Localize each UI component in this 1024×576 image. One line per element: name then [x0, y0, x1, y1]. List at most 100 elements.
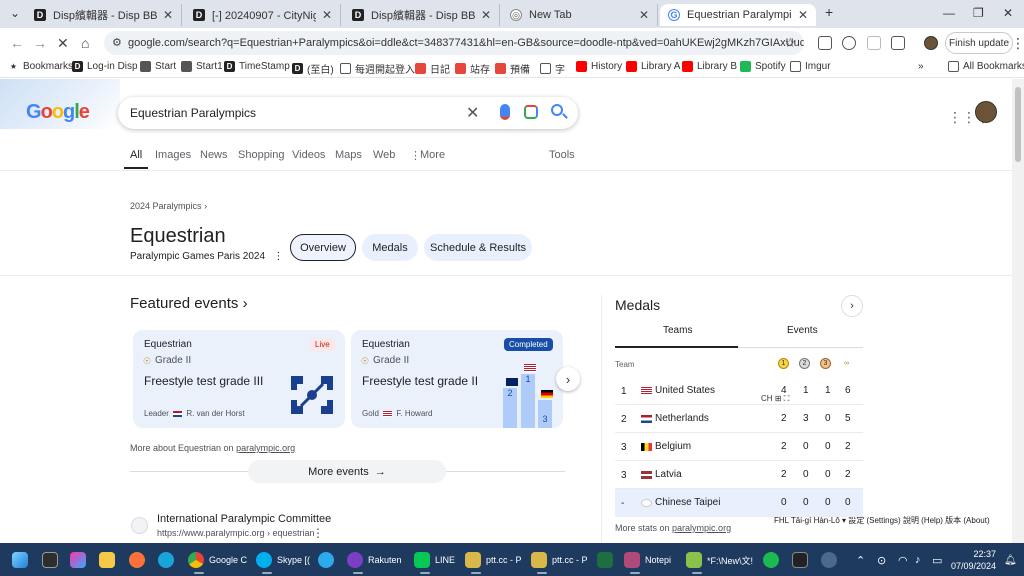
browser-tab[interactable]: D Disp繽輯器 - Disp BBS ✕	[344, 4, 500, 26]
taskbar-notepad[interactable]: Notepi	[624, 550, 671, 574]
back-icon[interactable]: ←	[10, 35, 24, 51]
notification-bell-icon[interactable]: 🔔︎	[1004, 550, 1017, 570]
carousel-next-button[interactable]: ›	[556, 367, 580, 391]
bookmark-item[interactable]: Spotify	[740, 61, 786, 72]
firefox-icon[interactable]	[129, 550, 150, 570]
menu-icon[interactable]: ⋮	[1011, 35, 1024, 52]
bookmark-item[interactable]: History	[576, 61, 622, 72]
search-query[interactable]: Equestrian Paralympics	[130, 106, 256, 120]
google-doodle[interactable]: Google	[0, 79, 120, 129]
bookmark-item[interactable]: Start1	[181, 61, 223, 72]
result-menu-icon[interactable]: ⋮	[312, 526, 324, 540]
result-url[interactable]: https://www.paralympic.org › equestrian	[157, 528, 315, 538]
account-avatar[interactable]	[975, 101, 997, 123]
schedule-results-tab[interactable]: Schedule & Results	[424, 234, 532, 261]
taskbar-chrome[interactable]: Google C	[188, 550, 247, 574]
scrollbar[interactable]	[1012, 79, 1024, 543]
all-bookmarks-button[interactable]: All Bookmarks	[948, 61, 1024, 72]
profile-avatar[interactable]	[924, 36, 938, 50]
taskbar-skype[interactable]: Skype [(	[256, 550, 310, 574]
minimize-icon[interactable]: —	[943, 6, 955, 20]
medal-table-row[interactable]: 3 Latvia 2 0 0 2	[615, 461, 863, 489]
finish-update-button[interactable]: Finish update	[945, 32, 1013, 54]
overview-tab[interactable]: Overview	[290, 234, 356, 261]
puzzle-icon[interactable]	[891, 36, 905, 50]
taskbar-ptt-1[interactable]: ptt.cc - P	[465, 550, 522, 574]
bookmark-item[interactable]: Library A	[626, 61, 680, 72]
search-box[interactable]: Equestrian Paralympics ✕	[118, 97, 578, 129]
medal-table-row[interactable]: 1 United States 4 1 1 6	[615, 377, 863, 405]
telegram-icon[interactable]	[318, 550, 339, 570]
featured-events-heading[interactable]: Featured events ›	[130, 295, 248, 312]
event-card[interactable]: Equestrian Live ☉ Grade II Freestyle tes…	[133, 330, 345, 428]
more-options-icon[interactable]: ⋮	[273, 251, 283, 262]
system-clock[interactable]: 22:37 07/09/2024	[950, 548, 996, 572]
close-window-icon[interactable]: ✕	[1003, 6, 1013, 20]
bookmark-item[interactable]: 預備	[495, 61, 530, 76]
bookmark-item[interactable]: ★ Bookmarks	[8, 61, 73, 72]
terminal-icon[interactable]	[792, 550, 813, 570]
address-bar[interactable]: ⚙ google.com/search?q=Equestrian+Paralym…	[104, 31, 804, 55]
tab-news[interactable]: News	[200, 149, 228, 161]
browser-tab-active[interactable]: G Equestrian Paralympics - Goog ✕	[660, 4, 816, 26]
extension-icon[interactable]	[867, 36, 881, 50]
ime-language-bar[interactable]: FHL Tâi-gí Hàn-Lô ▾ 設定 (Settings) 說明 (He…	[770, 515, 1012, 529]
restore-icon[interactable]: ❐	[973, 6, 984, 20]
close-icon[interactable]: ✕	[481, 8, 491, 22]
google-lens-icon[interactable]	[524, 105, 538, 119]
copilot-icon[interactable]	[70, 550, 91, 570]
medals-next-button[interactable]: ›	[841, 295, 863, 317]
bookmark-item[interactable]: 日記	[415, 61, 450, 76]
close-icon[interactable]: ✕	[639, 8, 649, 22]
more-events-button[interactable]: More events →	[248, 460, 446, 483]
bookmark-item[interactable]: 每週開起登入	[340, 61, 415, 76]
microphone-icon[interactable]	[500, 104, 510, 120]
taskbar-ptt-2[interactable]: ptt.cc - P	[531, 550, 588, 574]
tools-button[interactable]: Tools	[549, 149, 575, 161]
tray-overflow-icon[interactable]: ⌃	[856, 550, 865, 570]
tab-search-icon[interactable]: ⌄	[10, 6, 20, 20]
tab-images[interactable]: Images	[155, 149, 191, 161]
tab-all[interactable]: All	[130, 149, 142, 161]
file-explorer-icon[interactable]	[99, 550, 120, 570]
bookmark-item[interactable]: Imgur	[790, 61, 831, 72]
medals-teams-tab[interactable]: Teams	[663, 325, 692, 336]
bookmark-item[interactable]: Library B	[682, 61, 737, 72]
settings-gear-icon[interactable]	[821, 550, 842, 570]
tray-status-icon[interactable]: ⊙	[877, 550, 886, 570]
paralympic-link[interactable]: paralympic.org	[236, 443, 295, 453]
bookmark-item[interactable]: 字	[540, 61, 565, 76]
medals-events-tab[interactable]: Events	[787, 325, 818, 336]
tab-more[interactable]: More	[420, 149, 445, 161]
medals-tab[interactable]: Medals	[362, 234, 418, 261]
tab-web[interactable]: Web	[373, 149, 395, 161]
tab-maps[interactable]: Maps	[335, 149, 362, 161]
browser-tab[interactable]: ◎ New Tab ✕	[502, 4, 658, 26]
site-info-icon[interactable]: ⚙	[112, 36, 122, 49]
medal-table-row[interactable]: 3 Belgium 2 0 0 2	[615, 433, 863, 461]
browser-tab[interactable]: D [-] 20240907 - CityNight板 - Di ✕	[185, 4, 341, 26]
bookmark-item[interactable]: 站存	[455, 61, 490, 76]
spotify-icon[interactable]	[763, 550, 784, 570]
forward-icon[interactable]: →	[33, 35, 47, 51]
new-tab-button[interactable]: +	[825, 4, 833, 20]
excel-icon[interactable]	[597, 550, 618, 570]
home-icon[interactable]: ⌂	[81, 35, 89, 51]
tab-shopping[interactable]: Shopping	[238, 149, 285, 161]
medal-table-row[interactable]: - Chinese Taipei 0 0 0 0	[615, 489, 863, 517]
download-icon[interactable]	[842, 36, 856, 50]
wifi-icon[interactable]: ◠	[898, 550, 908, 570]
search-icon[interactable]	[551, 104, 563, 116]
stop-loading-icon[interactable]: ✕	[57, 35, 69, 52]
bookmark-item[interactable]: D TimeStamp	[224, 61, 290, 72]
tab-videos[interactable]: Videos	[292, 149, 325, 161]
event-card[interactable]: Equestrian Completed ☉ Grade II Freestyl…	[351, 330, 563, 428]
breadcrumb[interactable]: 2024 Paralympics ›	[130, 201, 207, 211]
cast-icon[interactable]	[818, 36, 832, 50]
edge-icon[interactable]	[158, 550, 179, 570]
taskbar-line[interactable]: LINE	[414, 550, 455, 574]
result-site-name[interactable]: International Paralympic Committee	[157, 513, 331, 525]
browser-tab[interactable]: D Disp繽輯器 - Disp BBS ✕	[26, 4, 182, 26]
bookmark-item[interactable]: Start	[140, 61, 176, 72]
battery-icon[interactable]: ▭	[932, 550, 942, 570]
